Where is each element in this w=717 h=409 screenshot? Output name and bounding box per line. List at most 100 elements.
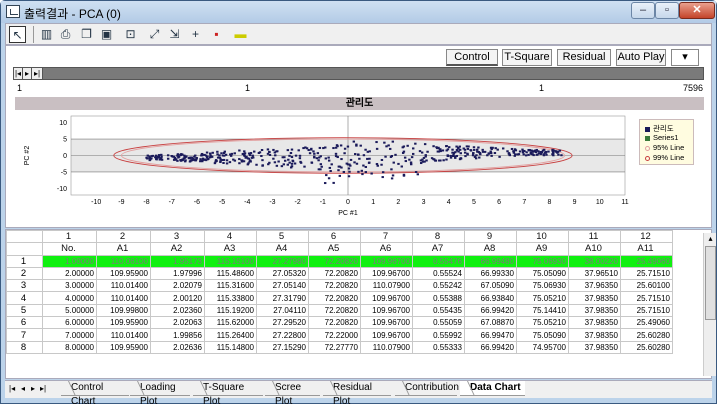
fit-icon[interactable]: ⤢ [146,26,163,43]
scroll-up-icon[interactable]: ▴ [704,233,717,245]
column-name-header[interactable]: A8 [464,242,517,256]
column-name-header[interactable]: A1 [96,242,151,256]
table-cell[interactable]: 109.96700 [360,291,413,305]
table-cell[interactable]: 25.71510 [620,266,673,281]
vertical-scrollbar[interactable]: ▴ [703,233,716,376]
zoom-icon[interactable]: ⊡ [122,26,139,43]
table-cell[interactable]: 75.05090 [516,266,569,281]
table-cell[interactable]: 0.55059 [412,316,465,330]
slider-thumb[interactable]: ▸| [32,68,43,79]
table-cell[interactable]: 115.14800 [204,340,257,354]
table-cell[interactable]: 115.19200 [204,303,257,318]
scale-icon[interactable]: ⇲ [166,26,183,43]
table-cell[interactable]: 37.98350 [568,316,621,330]
table-cell[interactable]: 25.60280 [620,340,673,354]
column-number-header[interactable]: 8 [412,230,465,244]
next-tab-icon[interactable]: ▸ [31,384,35,393]
table-cell[interactable]: 109.96700 [360,266,413,281]
tab-tsquare[interactable]: T-Square [502,49,552,66]
table-cell[interactable]: 27.05320 [256,266,309,281]
column-name-header[interactable]: A3 [204,242,257,256]
table-cell[interactable]: 67.08870 [464,316,517,330]
column-number-header[interactable]: 5 [256,230,309,244]
column-name-header[interactable]: A11 [620,242,673,256]
table-cell[interactable]: 110.01400 [96,291,151,305]
column-name-header[interactable]: No. [42,242,97,256]
row-header[interactable]: 7 [6,328,43,342]
table-cell[interactable]: 0.55992 [412,328,465,342]
corner-cell[interactable] [6,230,43,244]
table-cell[interactable]: 72.20820 [308,266,361,281]
table-cell[interactable]: 0.55242 [412,279,465,293]
columns-icon[interactable]: ▥ [38,26,55,43]
table-cell[interactable]: 72.20820 [308,303,361,318]
table-cell[interactable]: 75.06930 [516,279,569,293]
table-cell[interactable]: 8.00000 [42,340,97,354]
table-cell[interactable]: 75.05210 [516,316,569,330]
table-cell[interactable]: 75.06930 [516,254,569,268]
row-header[interactable]: 2 [6,266,43,281]
column-number-header[interactable]: 4 [204,230,257,244]
speed-dropdown[interactable]: ▾ [671,49,699,66]
table-cell[interactable]: 67.05090 [464,279,517,293]
column-number-header[interactable]: 10 [516,230,569,244]
table-cell[interactable]: 110.07900 [360,279,413,293]
table-cell[interactable]: 110.07900 [360,340,413,354]
pca-scatter-plot[interactable]: -10 -9 -8 -7 -6 -5 -4 -3 -2 -1 0 1 2 3 4 5 6 7 8 9 10 111050-… [13,111,713,226]
minimize-button[interactable]: – [631,2,655,19]
table-cell[interactable]: 66.99420 [464,340,517,354]
table-cell[interactable]: 38.00220 [568,254,621,268]
table-cell[interactable]: 1.97996 [150,266,205,281]
table-cell[interactable]: 109.96700 [360,328,413,342]
table-cell[interactable]: 66.99330 [464,266,517,281]
table-cell[interactable]: 37.98350 [568,328,621,342]
column-name-header[interactable]: A7 [412,242,465,256]
tab-scree-plot[interactable]: Scree Plot [265,381,320,407]
table-cell[interactable]: 25.49060 [620,254,673,268]
close-button[interactable]: ✕ [679,2,715,19]
table-cell[interactable]: 72.20820 [308,254,361,268]
table-row[interactable]: 7 7.00000 110.01400 1.99856 115.26400 27.2280… [6,328,673,342]
tab-residual-plot[interactable]: Residual Plot [323,381,391,407]
table-cell[interactable]: 109.96700 [360,303,413,318]
table-cell[interactable]: 109.96700 [360,316,413,330]
table-cell[interactable]: 27.31790 [256,291,309,305]
table-cell[interactable]: 4.00000 [42,291,97,305]
table-cell[interactable]: 2.00120 [150,291,205,305]
print-icon[interactable]: ⎙ [57,26,74,43]
table-cell[interactable]: 27.29520 [256,316,309,330]
column-number-header[interactable]: 12 [620,230,673,244]
row-header[interactable]: 4 [6,291,43,305]
table-cell[interactable]: 115.31600 [204,279,257,293]
column-name-header[interactable]: A2 [150,242,205,256]
auto-play-button[interactable]: Auto Play [616,49,666,66]
table-cell[interactable]: 115.48600 [204,266,257,281]
table-cell[interactable]: 2.02063 [150,316,205,330]
crosshair-icon[interactable]: + [187,26,204,43]
row-header[interactable]: 6 [6,316,43,330]
table-cell[interactable]: 25.60280 [620,328,673,342]
table-cell[interactable]: 3.00000 [42,279,97,293]
table-cell[interactable]: 2.02360 [150,303,205,318]
tag-icon[interactable]: ▬ [232,26,249,43]
column-name-header[interactable]: A6 [360,242,413,256]
table-cell[interactable]: 75.14410 [516,303,569,318]
step-back-icon[interactable]: |◂ [14,68,23,79]
table-row[interactable]: 2 2.00000 109.95900 1.97996 115.48600 27.0532… [6,266,673,281]
table-cell[interactable]: 27.15290 [256,340,309,354]
table-row[interactable]: 6 6.00000 109.95900 2.02063 115.62000 27.2952… [6,316,673,330]
tab-control[interactable]: Control [446,49,498,66]
table-cell[interactable]: 72.22000 [308,328,361,342]
tab-contribution[interactable]: Contribution [395,381,459,396]
table-cell[interactable]: 37.96510 [568,266,621,281]
table-cell[interactable]: 109.95900 [96,340,151,354]
table-row[interactable]: 4 4.00000 110.01400 2.00120 115.33800 27.3179… [6,291,673,305]
table-cell[interactable]: 0.55388 [412,291,465,305]
slider-track[interactable] [43,68,703,79]
range-slider[interactable]: |◂ ▸ ▸| [13,67,704,80]
table-cell[interactable]: 37.96350 [568,279,621,293]
table-cell[interactable]: 115.33800 [204,291,257,305]
table-cell[interactable]: 7.00000 [42,328,97,342]
table-cell[interactable]: 110.06100 [96,254,151,268]
table-cell[interactable]: 115.62000 [204,316,257,330]
